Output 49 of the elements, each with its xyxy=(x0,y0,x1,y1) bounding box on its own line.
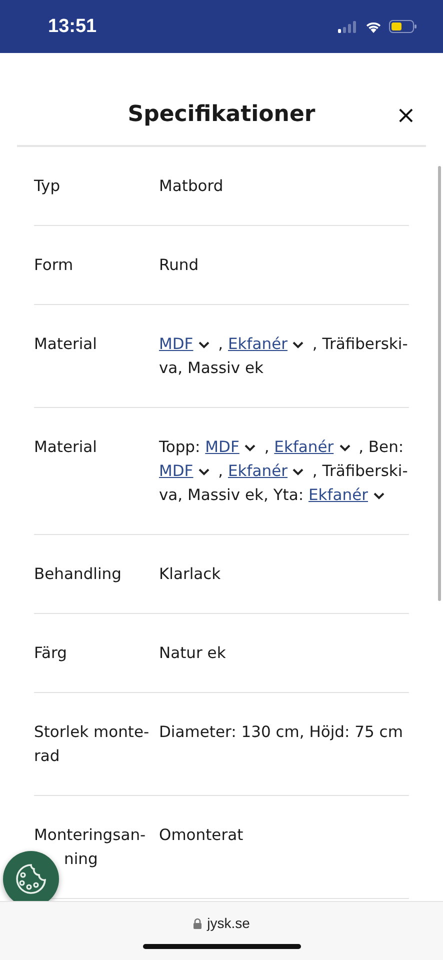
spec-value: Matbord xyxy=(159,177,224,195)
material-link[interactable]: Ekfanér xyxy=(228,462,288,480)
spec-label: Form xyxy=(34,255,74,276)
spec-value: , Ben: xyxy=(358,438,404,456)
material-link[interactable]: Ekfanér xyxy=(274,438,334,456)
spec-value: Klarlack xyxy=(159,565,221,583)
address-text[interactable]: jysk.se xyxy=(207,915,250,931)
chevron-down-icon[interactable] xyxy=(338,442,352,453)
wifi-icon xyxy=(365,20,382,32)
material-link[interactable]: MDF xyxy=(159,335,194,353)
spec-label: Typ xyxy=(34,176,60,197)
spec-value: Natur ek xyxy=(159,644,226,662)
spec-value: , Träfiberski- xyxy=(311,462,408,480)
spec-label: Material xyxy=(34,334,97,355)
spec-value: Diameter: 130 cm, Höjd: 75 cm xyxy=(159,723,403,741)
spec-label: Färg xyxy=(34,643,67,664)
spec-label: Storlek monte- xyxy=(34,722,150,743)
sheet-title: Specifikationer xyxy=(128,102,316,126)
material-link[interactable]: MDF xyxy=(159,462,194,480)
spec-label: Behandling xyxy=(34,564,122,585)
spec-label: Material xyxy=(34,437,97,458)
chevron-down-icon[interactable] xyxy=(197,340,212,350)
spec-value: va, Massiv ek xyxy=(159,359,264,377)
spec-label: ning xyxy=(64,849,98,870)
battery-icon xyxy=(389,20,417,33)
spec-value: , xyxy=(263,438,270,456)
lock-icon xyxy=(193,918,202,928)
close-button[interactable]: × xyxy=(396,103,416,127)
spec-label: rad xyxy=(34,746,60,767)
signal-icon xyxy=(338,20,358,32)
spec-value: , xyxy=(217,462,224,480)
chevron-down-icon[interactable] xyxy=(291,340,306,350)
spec-value: va, Massiv ek, Yta: xyxy=(159,486,305,504)
material-link[interactable]: Ekfanér xyxy=(308,486,368,504)
spec-value: Topp: xyxy=(159,438,202,456)
spec-value: Rund xyxy=(159,256,199,274)
spec-label: Monteringsan- xyxy=(34,825,146,846)
spec-value: , Träfiberski- xyxy=(311,335,408,353)
cookie-settings-button[interactable] xyxy=(3,851,59,901)
chevron-down-icon[interactable] xyxy=(291,466,306,477)
material-link[interactable]: Ekfanér xyxy=(228,335,288,353)
cookie-icon xyxy=(14,863,48,895)
chevron-down-icon[interactable] xyxy=(243,442,258,453)
chevron-down-icon[interactable] xyxy=(197,466,212,477)
chevron-down-icon[interactable] xyxy=(372,490,386,501)
status-time: 13:51 xyxy=(48,16,97,38)
material-link[interactable]: MDF xyxy=(205,438,240,456)
spec-value: Omonterat xyxy=(159,826,244,844)
spec-value: , xyxy=(217,335,224,353)
